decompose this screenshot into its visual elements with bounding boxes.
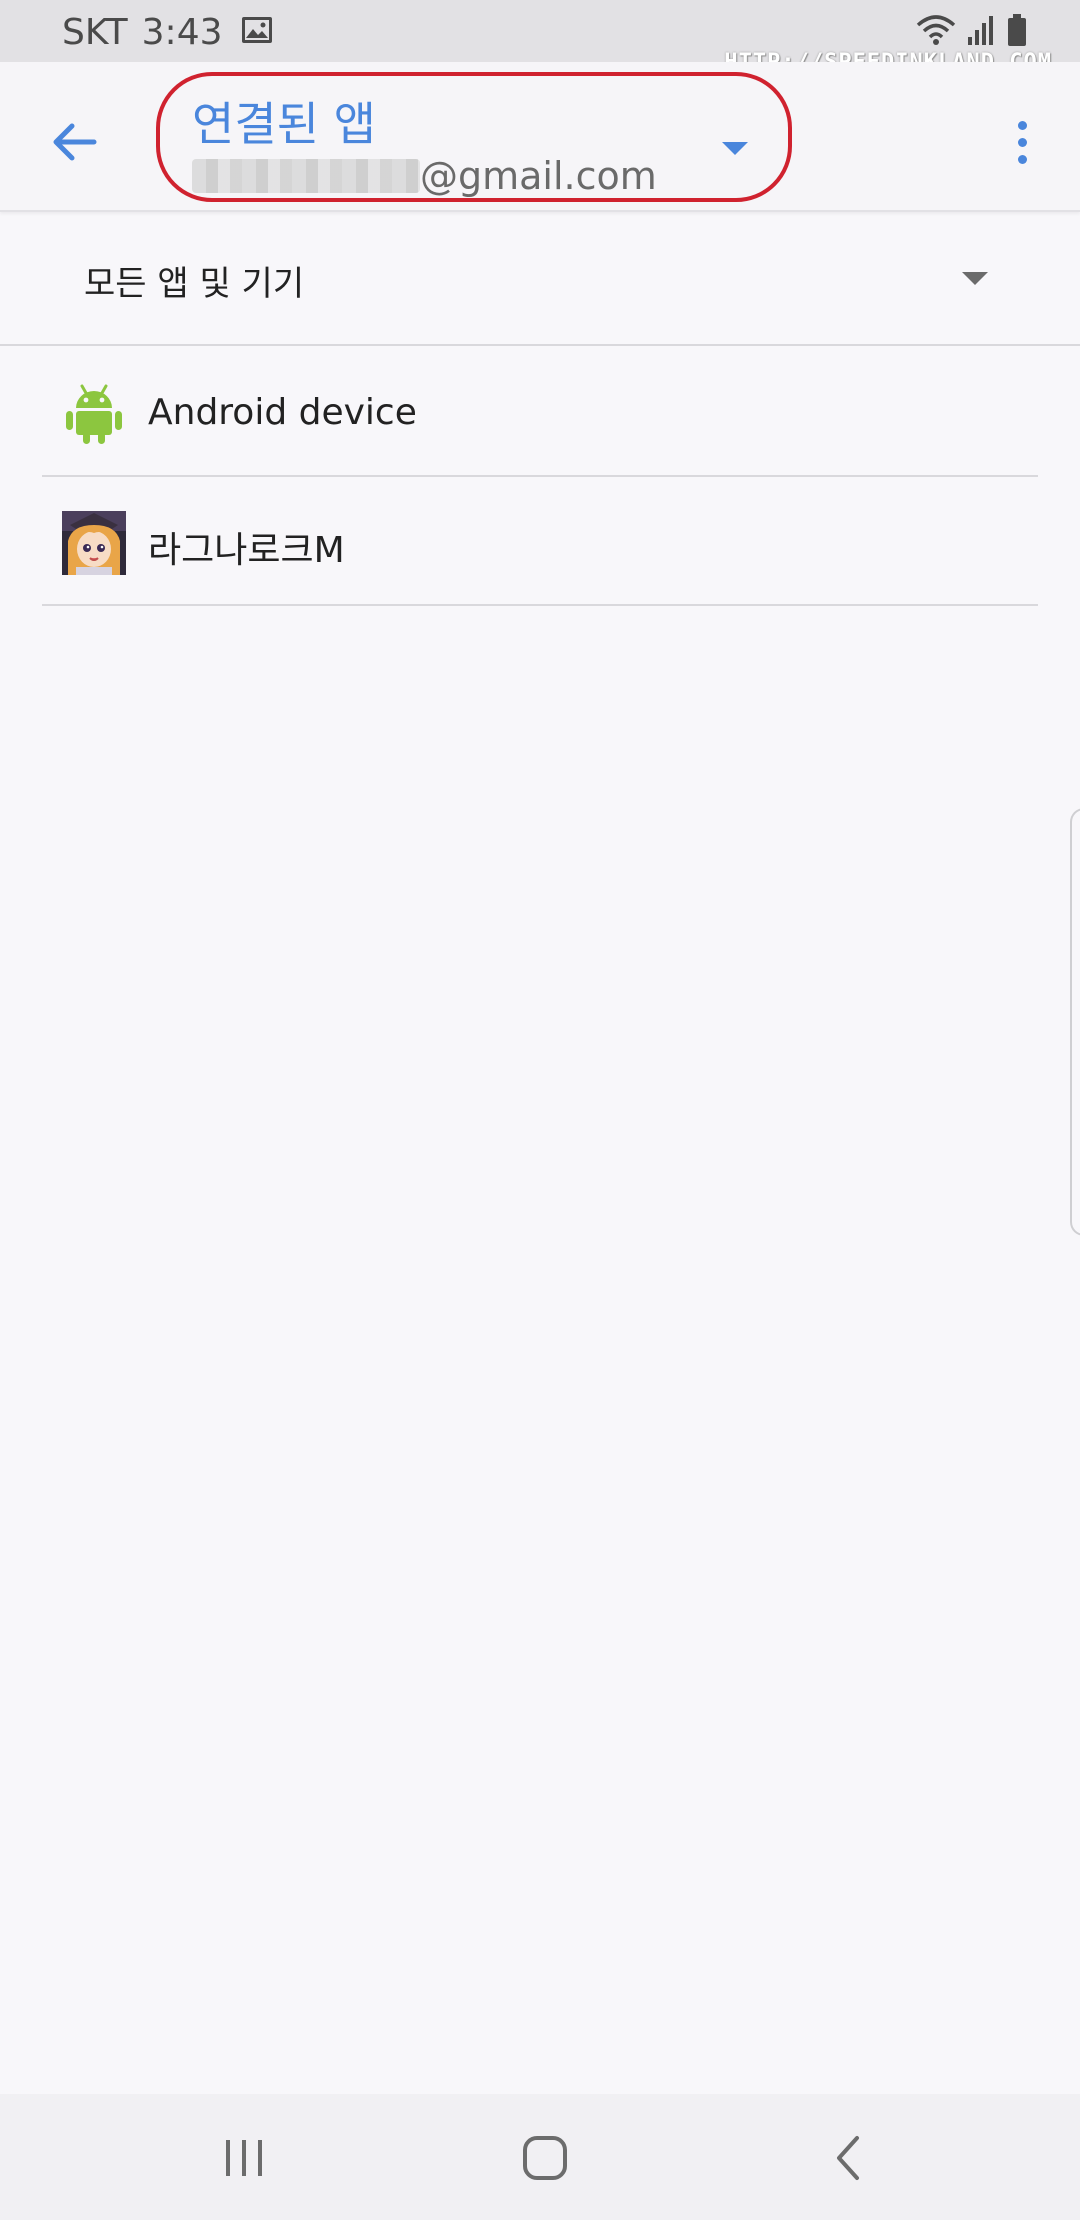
list-item[interactable]: 라그나로크M — [42, 477, 1038, 606]
filter-label: 모든 앱 및 기기 — [84, 264, 305, 304]
navigation-bar — [0, 2094, 1080, 2220]
account-row: @gmail.com — [192, 154, 657, 198]
redacted-account-name — [192, 159, 420, 193]
ragnarok-m-app-icon — [62, 511, 126, 575]
account-email-domain: @gmail.com — [420, 154, 657, 198]
more-vert-icon-dot — [1017, 154, 1027, 164]
android-robot-icon — [66, 384, 122, 444]
back-arrow-icon — [53, 123, 97, 161]
recent-apps-button[interactable] — [202, 2116, 286, 2200]
account-switcher[interactable]: 연결된 앱 @gmail.com — [156, 72, 792, 202]
signal-icon — [966, 13, 996, 51]
back-button[interactable] — [38, 106, 110, 178]
carrier-label: SKT — [62, 11, 128, 53]
edge-panel-handle[interactable] — [1070, 808, 1080, 1236]
page-title: 연결된 앱 — [192, 97, 376, 151]
app-name: Android device — [148, 392, 417, 433]
list-item[interactable]: Android device — [42, 348, 1038, 477]
clock: 3:43 — [141, 11, 223, 53]
recent-apps-icon — [226, 2140, 262, 2176]
app-name: 라그나로크M — [148, 530, 345, 571]
back-nav-button[interactable] — [806, 2116, 890, 2200]
screen: SKT 3:43 연결된 앱 @gmail.com 모든 앱 및 기기 Andr… — [0, 0, 1080, 2220]
more-vert-icon — [1017, 120, 1027, 130]
filter-dropdown[interactable]: 모든 앱 및 기기 — [0, 212, 1080, 346]
wifi-icon — [916, 13, 956, 51]
gallery-notification-icon — [241, 12, 273, 53]
status-bar: SKT 3:43 — [0, 0, 1080, 75]
home-button[interactable] — [503, 2116, 587, 2200]
home-icon — [523, 2136, 567, 2180]
dropdown-caret-icon — [962, 272, 988, 285]
connected-app-list: Android device 라그나로크M — [0, 348, 1080, 606]
app-bar: 연결된 앱 @gmail.com — [0, 62, 1080, 212]
status-left: SKT 3:43 — [62, 9, 273, 55]
more-options-button[interactable] — [996, 106, 1048, 178]
more-vert-icon-dot — [1017, 137, 1027, 147]
status-right — [916, 12, 1028, 52]
dropdown-caret-icon — [722, 142, 748, 155]
back-icon — [837, 2136, 859, 2180]
battery-icon — [1006, 13, 1028, 51]
